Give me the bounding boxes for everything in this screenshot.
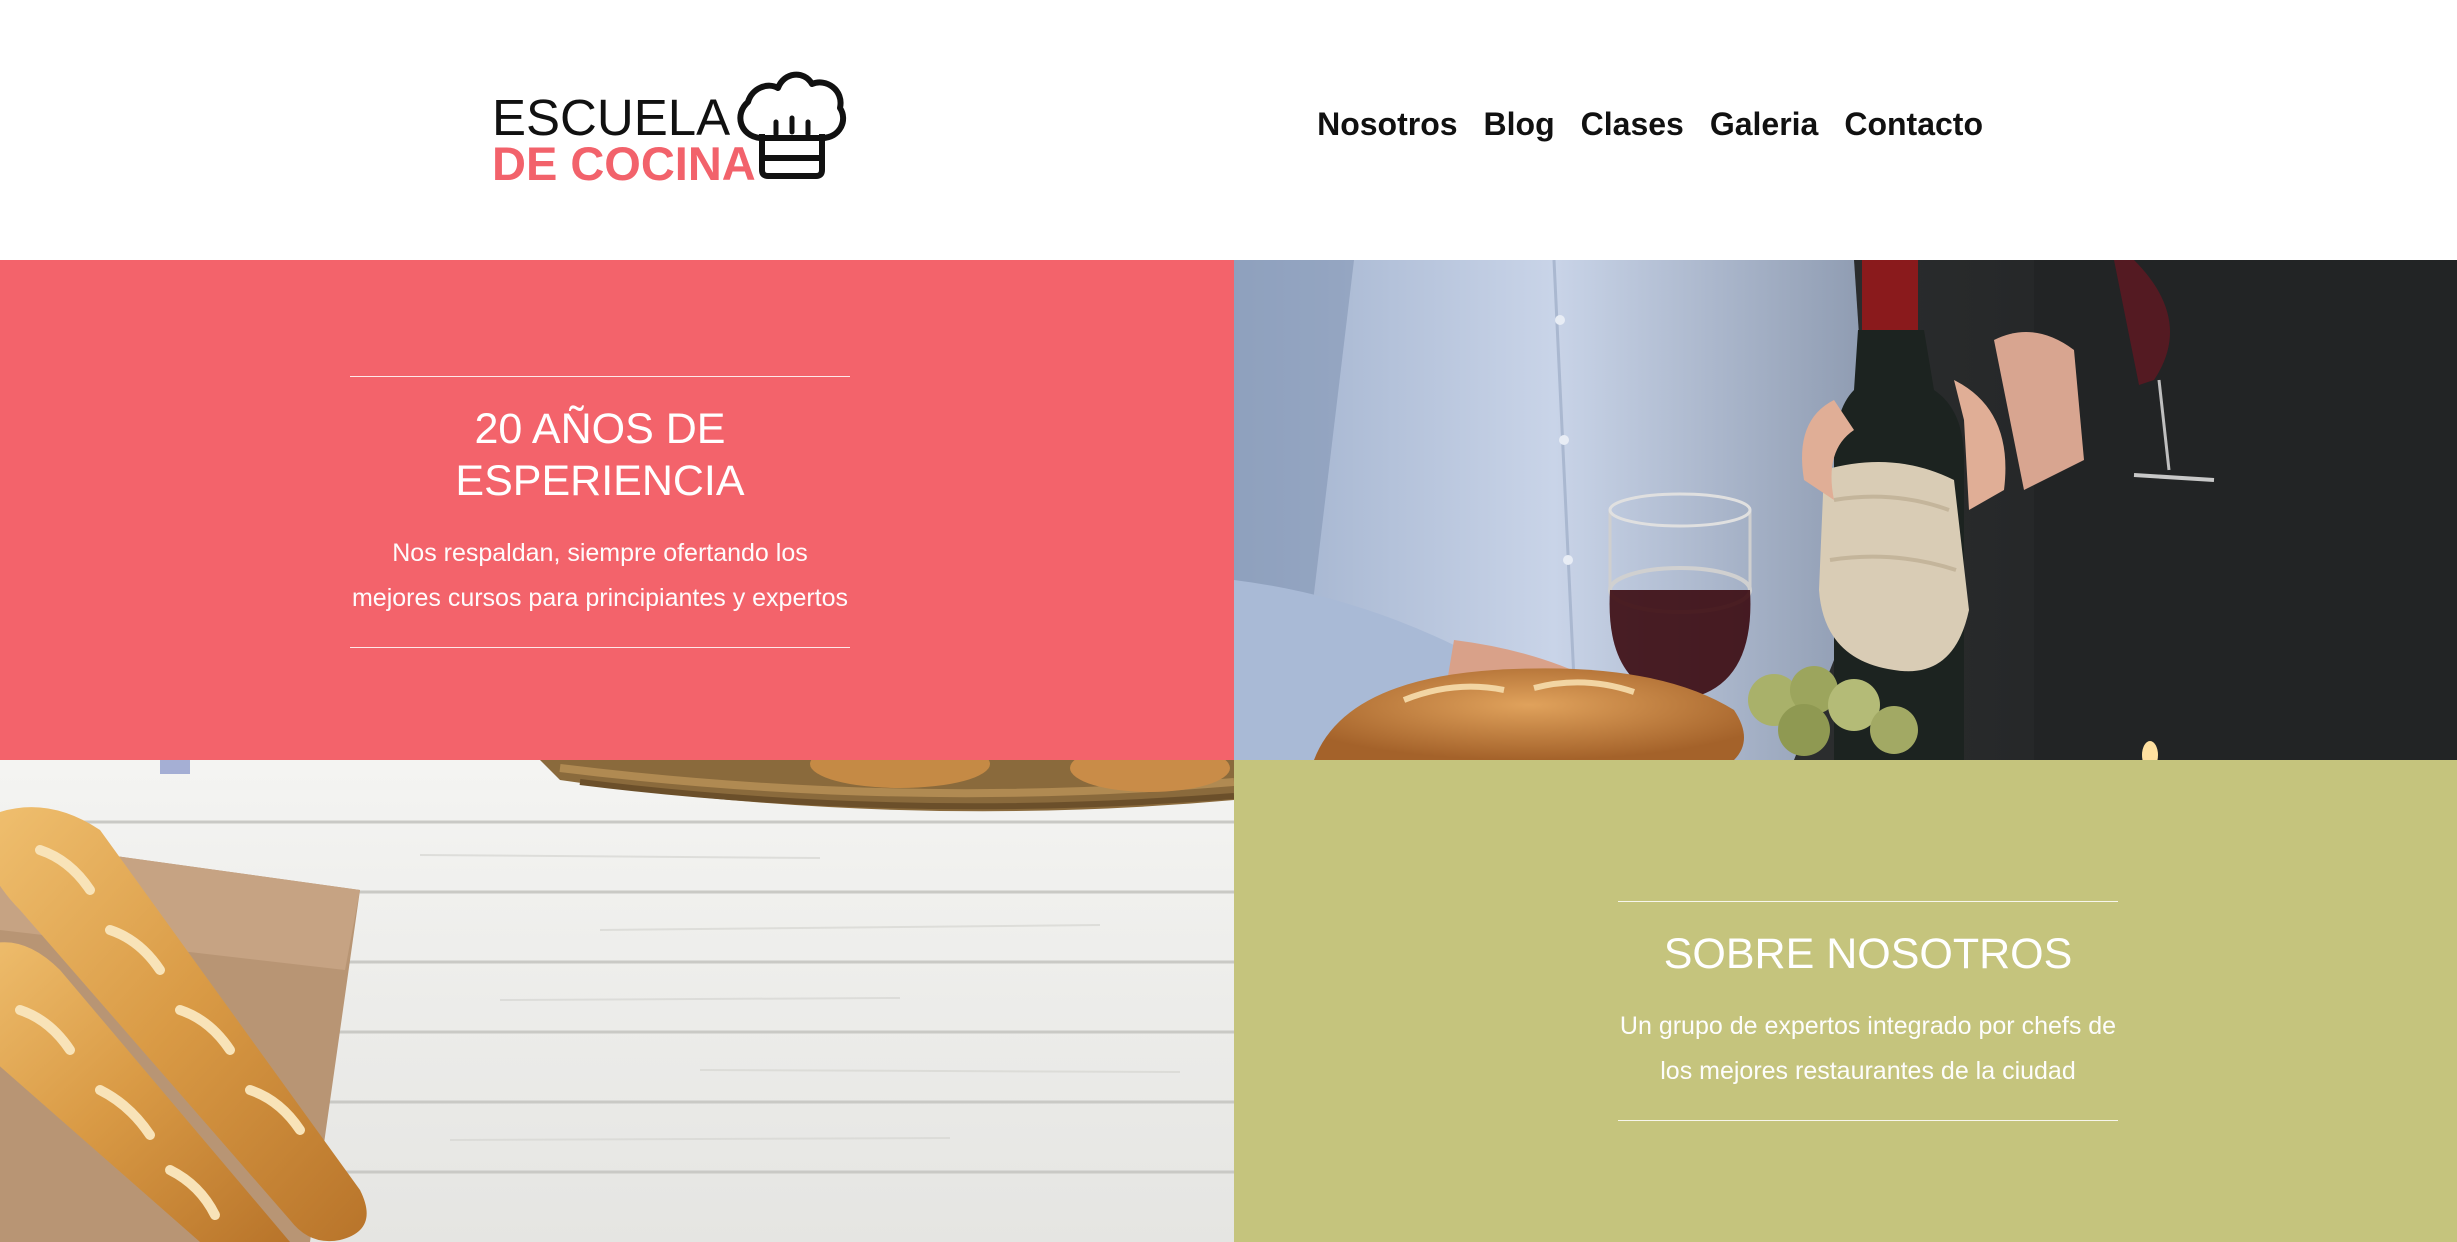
logo[interactable]: ESCUELA DE COCINA xyxy=(492,66,852,190)
chef-hat-icon xyxy=(737,71,847,179)
logo-text-line1: ESCUELA xyxy=(492,89,731,146)
about-text-block: SOBRE NOSOTROS Un grupo de expertos inte… xyxy=(1618,901,2118,1121)
about-title: SOBRE NOSOTROS xyxy=(1663,930,2073,978)
main-nav: Nosotros Blog Clases Galeria Contacto xyxy=(1317,108,1983,140)
experience-text-block: 20 AÑOS DE ESPERIENCIA Nos respaldan, si… xyxy=(350,376,850,648)
experience-tile: 20 AÑOS DE ESPERIENCIA Nos respaldan, si… xyxy=(0,260,1234,760)
wine-photo xyxy=(1234,260,2457,760)
nav-contacto[interactable]: Contacto xyxy=(1844,108,1983,140)
divider-top xyxy=(350,376,850,377)
nav-galeria[interactable]: Galeria xyxy=(1710,108,1819,140)
nav-nosotros[interactable]: Nosotros xyxy=(1317,108,1457,140)
nav-clases[interactable]: Clases xyxy=(1581,108,1684,140)
about-tile: SOBRE NOSOTROS Un grupo de expertos inte… xyxy=(1234,760,2457,1242)
bread-photo xyxy=(0,760,1234,1242)
divider-top xyxy=(1618,901,2118,902)
experience-description: Nos respaldan, siempre ofertando los mej… xyxy=(351,539,849,612)
divider-bottom xyxy=(350,647,850,648)
bread-photo-illustration xyxy=(0,760,1234,1242)
site-header: ESCUELA DE COCINA Nosotros Blog Clases G… xyxy=(0,0,2457,260)
divider-bottom xyxy=(1618,1120,2118,1121)
experience-title: 20 AÑOS DE ESPERIENCIA xyxy=(455,405,745,505)
about-description: Un grupo de expertos integrado por chefs… xyxy=(1619,1012,2117,1085)
logo-text-line2: DE COCINA xyxy=(492,137,756,190)
nav-blog[interactable]: Blog xyxy=(1484,108,1555,140)
wine-photo-illustration xyxy=(1234,260,2457,760)
